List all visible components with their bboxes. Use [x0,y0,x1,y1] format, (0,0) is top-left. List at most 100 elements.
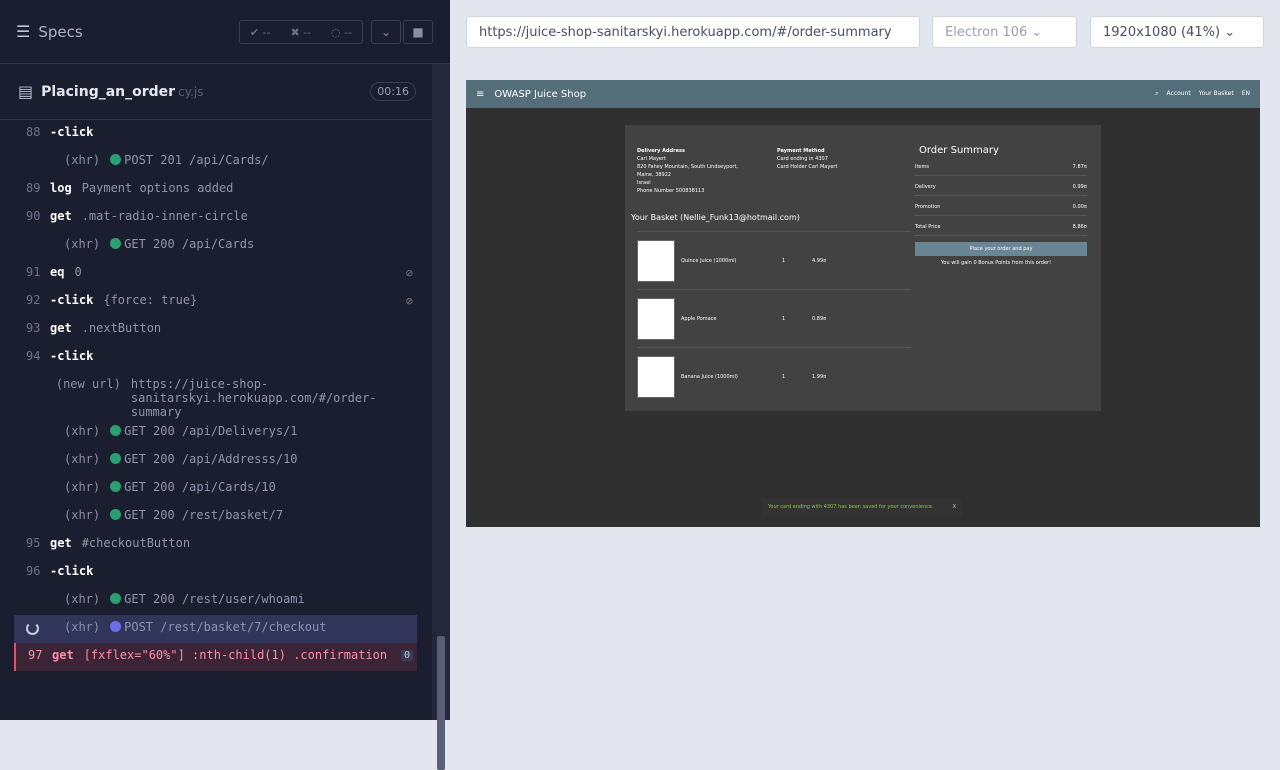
command-name: (xhr) [64,620,101,634]
item-name: Quince Juice (1000ml) [681,257,737,264]
command-number: 92 [26,293,41,307]
command-name: (xhr) [64,237,101,251]
viewport-info[interactable]: 1920x1080 (41%) ⌄ [1090,16,1264,48]
command-row[interactable]: (new url) https://juice-shop-sanitarskyi.… [14,372,417,419]
command-name: eq [50,265,65,279]
menu-icon[interactable]: ≡ [476,89,484,100]
status-dot-icon [110,425,122,436]
command-log: 88 -click (xhr) POST 201 /api/Cards/89 log Pa… [14,120,417,671]
command-row[interactable]: (xhr) GET 200 /rest/basket/7 [14,503,417,531]
command-message-text: GET 200 /api/Cards [124,237,255,251]
basket-item: Apple Pomace 1 0.89¤ [637,289,917,347]
toast-close[interactable]: X [953,504,956,510]
account-link[interactable]: Account [1167,90,1191,98]
command-row[interactable]: (xhr) GET 200 /api/Cards [14,232,417,260]
summary-title: Order Summary [919,145,999,156]
reporter-panel: ☰ Specs ✔ -- ✖ -- ◌ -- ⌄ ■ ▤ Placing_an_… [0,0,450,770]
command-row[interactable]: 91 eq 0 ⊘ [14,260,417,288]
summary-value: 7.87¤ [1072,164,1087,170]
command-row[interactable]: (xhr) POST 201 /api/Cards/ [14,148,417,176]
specs-menu-icon[interactable]: ☰ [16,22,30,41]
stop-button[interactable]: ■ [403,20,433,44]
command-row[interactable]: 97 get [fxflex="60%"] :nth-child(1) .confi… [14,643,417,671]
specs-label[interactable]: Specs [38,23,82,41]
command-row[interactable]: (xhr) GET 200 /rest/user/whoami [14,587,417,615]
chevron-down-icon[interactable]: ⌄ [371,20,401,44]
spec-file-ext: cy.js [178,84,204,99]
command-row[interactable]: 93 get .nextButton [14,316,417,344]
command-row[interactable]: 88 -click [14,120,417,148]
command-message: #checkoutButton [82,536,190,550]
command-row[interactable]: (xhr) GET 200 /api/Cards/10 [14,475,417,503]
item-price: 4.99¤ [812,257,827,264]
command-message-text: [fxflex="60%"] :nth-child(1) .confirmati… [83,648,388,662]
stats-box: ✔ -- ✖ -- ◌ -- [239,20,363,44]
scroll-thumb[interactable] [437,636,445,770]
command-name: (new url) [55,377,121,391]
summary-label: Items [915,164,929,170]
language-link[interactable]: EN [1242,90,1250,98]
command-name: -click [50,125,94,139]
command-row[interactable]: 94 -click [14,344,417,372]
command-message-text: {force: true} [103,293,198,307]
command-message: [fxflex="60%"] :nth-child(1) .confirmati… [84,648,387,662]
place-order-button[interactable]: Place your order and pay [915,242,1087,256]
command-name: get [50,536,72,550]
command-row[interactable]: 90 get .mat-radio-inner-circle [14,204,417,232]
browser-selector[interactable]: Electron 106 ⌄ [932,16,1077,48]
command-number: 89 [26,181,41,195]
item-qty: 1 [782,257,786,264]
command-name: (xhr) [64,508,101,522]
command-message-text: .mat-radio-inner-circle [81,209,248,223]
count-badge: 0 [400,650,413,661]
command-message: POST 201 /api/Cards/ [110,153,269,167]
toast: Your card ending with 4307 has been save… [762,498,962,516]
command-message: GET 200 /api/Cards [110,237,254,251]
command-row[interactable]: 89 log Payment options added [14,176,417,204]
command-message: https://juice-shop-sanitarskyi.herokuapp… [131,377,417,419]
command-name: get [52,648,74,662]
command-message: POST /rest/basket/7/checkout [110,620,326,634]
command-name: (xhr) [64,480,101,494]
failed-icon: ✖ -- [290,25,312,39]
file-icon: ▤ [18,82,34,101]
status-dot-icon [110,481,122,492]
status-dot-icon [110,238,122,249]
app-under-test: ≡ OWASP Juice Shop ⌕ Account Your Basket… [466,80,1260,527]
command-message-text: Payment options added [81,181,234,195]
command-row[interactable]: 95 get #checkoutButton [14,531,417,559]
status-dot-icon [110,593,122,604]
app-title[interactable]: OWASP Juice Shop [494,89,586,100]
url-bar[interactable]: https://juice-shop-sanitarskyi.herokuapp… [466,16,920,48]
product-image [637,297,675,340]
command-row[interactable]: 96 -click [14,559,417,587]
command-message: .mat-radio-inner-circle [82,209,248,223]
command-message: GET 200 /rest/user/whoami [110,592,305,606]
product-image [637,239,675,282]
order-summary: Order Summary Items 7.87¤ Delivery 0.99¤ Pro… [911,125,1101,411]
search-icon[interactable]: ⌕ [1155,90,1158,98]
command-message-text: POST 201 /api/Cards/ [124,153,269,167]
command-row[interactable]: (xhr) GET 200 /api/Addresss/10 [14,447,417,475]
payment-block: Payment Method Card ending in 4307 Card … [777,148,838,170]
command-number: 93 [26,321,41,335]
summary-value: 8.86¤ [1072,224,1087,230]
command-row[interactable]: 92 -click {force: true} ⊘ [14,288,417,316]
scrollbar[interactable] [432,64,450,770]
command-row[interactable]: (xhr) POST /rest/basket/7/checkout [14,615,417,643]
spec-file-header: ▤ Placing_an_order cy.js 00:16 [0,64,432,120]
basket-link[interactable]: Your Basket [1199,90,1234,98]
status-dot-icon [110,621,122,632]
item-qty: 1 [782,373,786,380]
command-name: get [50,209,72,223]
command-number: 90 [26,209,41,223]
command-message-text: GET 200 /rest/user/whoami [124,592,305,606]
status-dot-icon [110,509,122,520]
basket-title: Your Basket (Nellie_Funk13@hotmail.com) [631,213,800,222]
command-number: 91 [26,265,41,279]
command-name: get [50,321,72,335]
status-dot-icon [110,453,122,464]
command-message: GET 200 /api/Addresss/10 [110,452,298,466]
command-row[interactable]: (xhr) GET 200 /api/Deliverys/1 [14,419,417,447]
command-message-text: 0 [74,265,82,279]
